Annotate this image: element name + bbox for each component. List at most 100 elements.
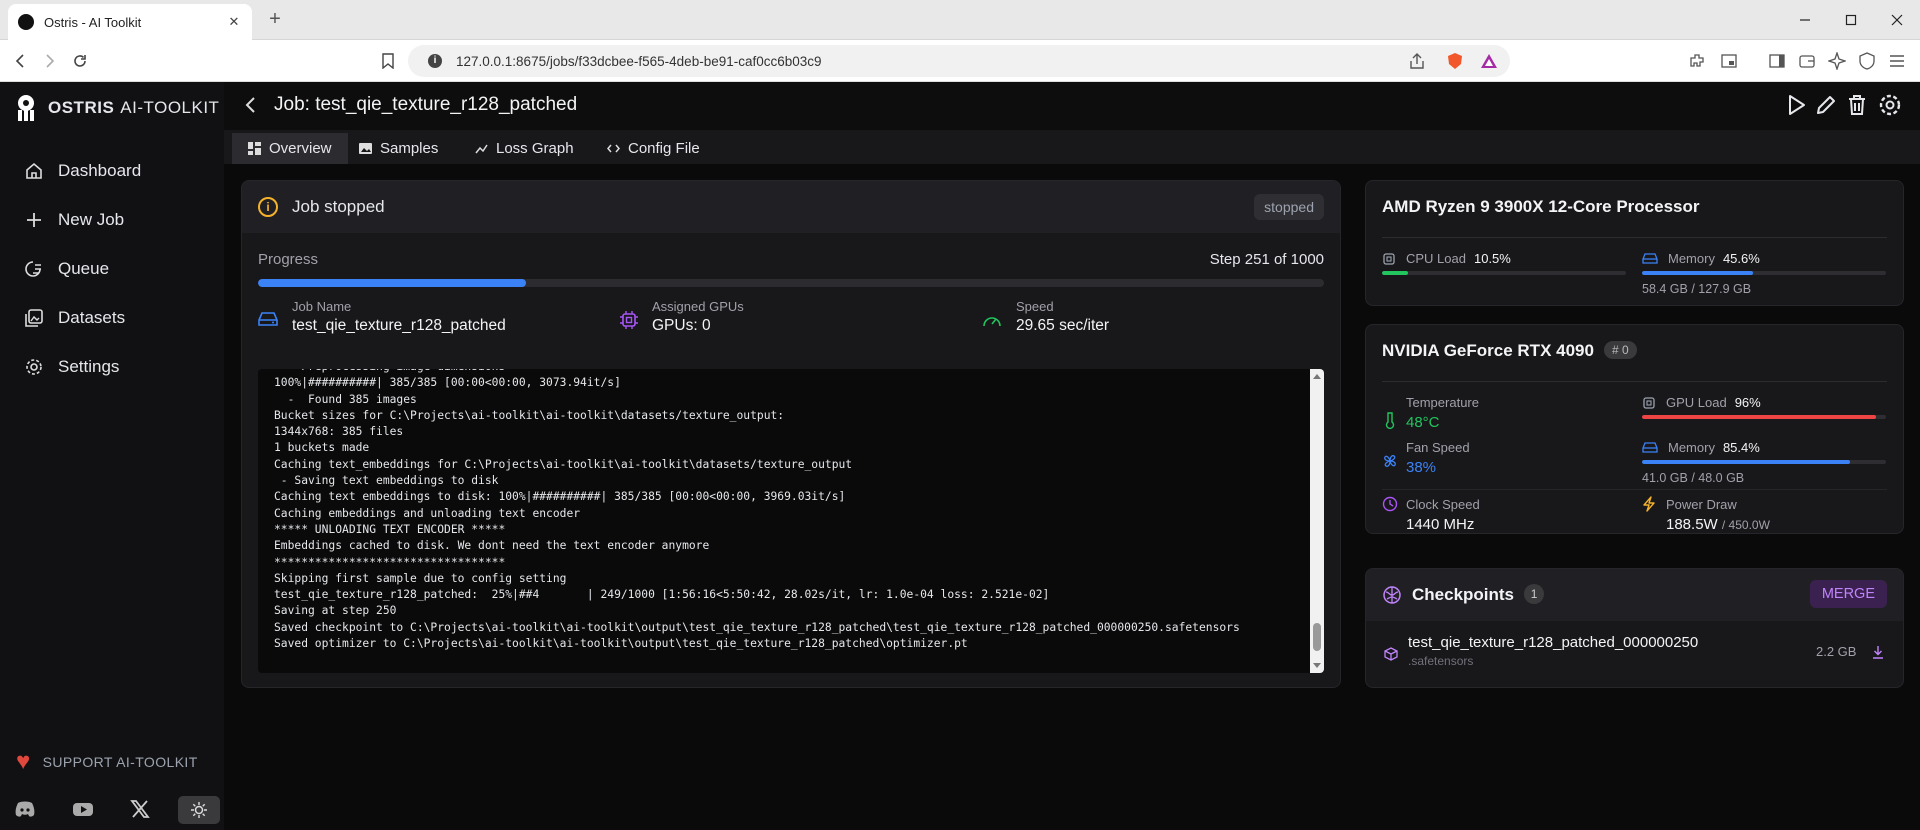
gpu-card: NVIDIA GeForce RTX 4090 # 0 Temperature 4…: [1365, 324, 1904, 534]
info-warning-icon: i: [258, 197, 278, 217]
edit-job-button[interactable]: [1814, 93, 1838, 117]
back-button[interactable]: [244, 96, 258, 114]
memory-icon: [1642, 441, 1658, 453]
leo-ai-icon[interactable]: [1828, 52, 1846, 70]
sun-icon: [191, 802, 207, 818]
support-label: SUPPORT AI-TOOLKIT: [42, 754, 198, 770]
sidebar-item-settings[interactable]: Settings: [24, 357, 119, 377]
new-tab-button[interactable]: +: [265, 9, 285, 30]
back-nav-button[interactable]: [10, 51, 30, 71]
gpu-memory-bar-fill: [1642, 460, 1851, 464]
job-name-value: test_qie_texture_r128_patched: [292, 317, 506, 334]
speed-label: Speed: [1016, 299, 1054, 314]
images-icon: [25, 309, 43, 327]
tab-label: Config File: [628, 140, 700, 157]
sidebar-item-datasets[interactable]: Datasets: [24, 308, 125, 328]
speed-meta: Speed 29.65 sec/iter: [982, 299, 1109, 335]
start-job-button[interactable]: [1784, 93, 1808, 117]
clock-icon: [1382, 496, 1398, 512]
trash-icon: [1849, 95, 1865, 115]
maximize-button[interactable]: [1828, 0, 1874, 40]
tab-samples[interactable]: Samples: [343, 133, 454, 164]
share-icon[interactable]: [1408, 52, 1426, 70]
delete-job-button[interactable]: [1845, 93, 1869, 117]
extensions-icon[interactable]: [1688, 52, 1706, 70]
brand-logo[interactable]: OSTRIS AI-TOOLKIT: [14, 94, 219, 122]
gear-icon: [26, 359, 42, 375]
speed-value: 29.65 sec/iter: [1016, 317, 1110, 334]
sidebar-toggle-icon[interactable]: [1768, 52, 1786, 70]
gpu-index-badge: # 0: [1603, 341, 1637, 359]
gpu-title: NVIDIA GeForce RTX 4090 # 0: [1382, 341, 1637, 361]
gpu-load-bar-fill: [1642, 415, 1877, 419]
close-tab-icon[interactable]: ✕: [226, 14, 242, 30]
x-twitter-icon[interactable]: [130, 800, 152, 820]
tab-label: Samples: [380, 140, 439, 157]
cpu-chip-icon: [1383, 252, 1395, 265]
forward-nav-button[interactable]: [40, 51, 60, 71]
picture-in-picture-icon[interactable]: [1720, 52, 1738, 70]
brave-rewards-icon[interactable]: [1480, 52, 1498, 70]
cpu-load-value: 10.5%: [1473, 251, 1511, 266]
gpu-load-value: 96%: [1734, 395, 1761, 410]
url-field[interactable]: i 127.0.0.1:8675/jobs/f33dcbee-f565-4deb…: [408, 45, 1510, 77]
cube-icon: [1384, 647, 1398, 661]
sidebar-item-label: New Job: [58, 210, 125, 229]
discord-icon[interactable]: [14, 800, 36, 820]
browser-tab[interactable]: Ostris - AI Toolkit ✕: [8, 4, 252, 40]
job-tabs: Overview Samples Loss Graph Config File: [224, 130, 1920, 164]
reload-button[interactable]: [70, 51, 90, 71]
log-scrollbar[interactable]: [1310, 369, 1324, 673]
theme-toggle-button[interactable]: [178, 796, 220, 824]
fan-speed-label: Fan Speed: [1406, 440, 1470, 455]
power-draw-current: 188.5W: [1666, 516, 1718, 533]
sidebar: OSTRIS AI-TOOLKIT Dashboard New Job Queu…: [0, 82, 224, 830]
tab-loss-graph[interactable]: Loss Graph: [459, 133, 590, 164]
job-log-console[interactable]: - Preprocessing image dimensions 100%|##…: [258, 369, 1324, 673]
menu-icon[interactable]: [1888, 52, 1906, 70]
wallet-icon[interactable]: [1798, 52, 1816, 70]
close-window-button[interactable]: [1874, 0, 1920, 40]
gpu-memory-bar: [1642, 460, 1886, 464]
gpu-load-bar: [1642, 415, 1886, 419]
temperature-value: 48°C: [1406, 414, 1440, 431]
bookmark-icon[interactable]: [378, 51, 398, 71]
pencil-icon: [1817, 96, 1835, 114]
progress-bar: [258, 279, 1324, 287]
status-badge: stopped: [1254, 194, 1324, 220]
sidebar-item-dashboard[interactable]: Dashboard: [24, 161, 141, 181]
scrollbar-thumb[interactable]: [1313, 623, 1321, 651]
play-icon: [1789, 95, 1805, 115]
progress-bar-fill: [258, 279, 526, 287]
plus-icon: [27, 213, 41, 227]
scroll-up-arrow-icon[interactable]: [1313, 374, 1321, 379]
download-icon[interactable]: [1872, 645, 1884, 659]
checkpoints-title: Checkpoints: [1412, 585, 1515, 604]
chevron-left-icon: [245, 97, 255, 113]
power-draw-label: Power Draw: [1666, 497, 1737, 512]
checkpoints-title-row: Checkpoints 1: [1412, 584, 1545, 605]
merge-button[interactable]: MERGE: [1809, 580, 1887, 608]
assigned-gpus-value: GPUs: 0: [652, 317, 711, 334]
tab-config-file[interactable]: Config File: [591, 133, 716, 164]
gauge-icon: [983, 317, 1001, 327]
page-header: Job: test_qie_texture_r128_patched: [224, 82, 1920, 130]
minimize-button[interactable]: [1782, 0, 1828, 40]
sidebar-item-queue[interactable]: Queue: [24, 259, 109, 279]
site-info-icon[interactable]: i: [428, 54, 442, 68]
brand-name-rest: AI-TOOLKIT: [120, 98, 220, 117]
youtube-icon[interactable]: [72, 800, 94, 820]
cpu-chip-icon: [620, 311, 638, 329]
cpu-load-label: CPU Load: [1406, 251, 1466, 266]
brave-shields-icon[interactable]: [1446, 52, 1464, 70]
sidebar-item-new-job[interactable]: New Job: [24, 210, 124, 230]
browser-tab-title: Ostris - AI Toolkit: [44, 14, 142, 30]
support-link[interactable]: ♥ SUPPORT AI-TOOLKIT: [16, 750, 198, 774]
cpu-name: AMD Ryzen 9 3900X 12-Core Processor: [1382, 197, 1700, 216]
vpn-shield-icon[interactable]: [1858, 52, 1876, 70]
scroll-down-arrow-icon[interactable]: [1313, 663, 1321, 668]
job-settings-button[interactable]: [1878, 93, 1902, 117]
tab-overview[interactable]: Overview: [232, 133, 348, 164]
checkpoints-card: Checkpoints 1 MERGE test_qie_texture_r128…: [1365, 568, 1904, 688]
favicon-icon: [18, 14, 34, 30]
